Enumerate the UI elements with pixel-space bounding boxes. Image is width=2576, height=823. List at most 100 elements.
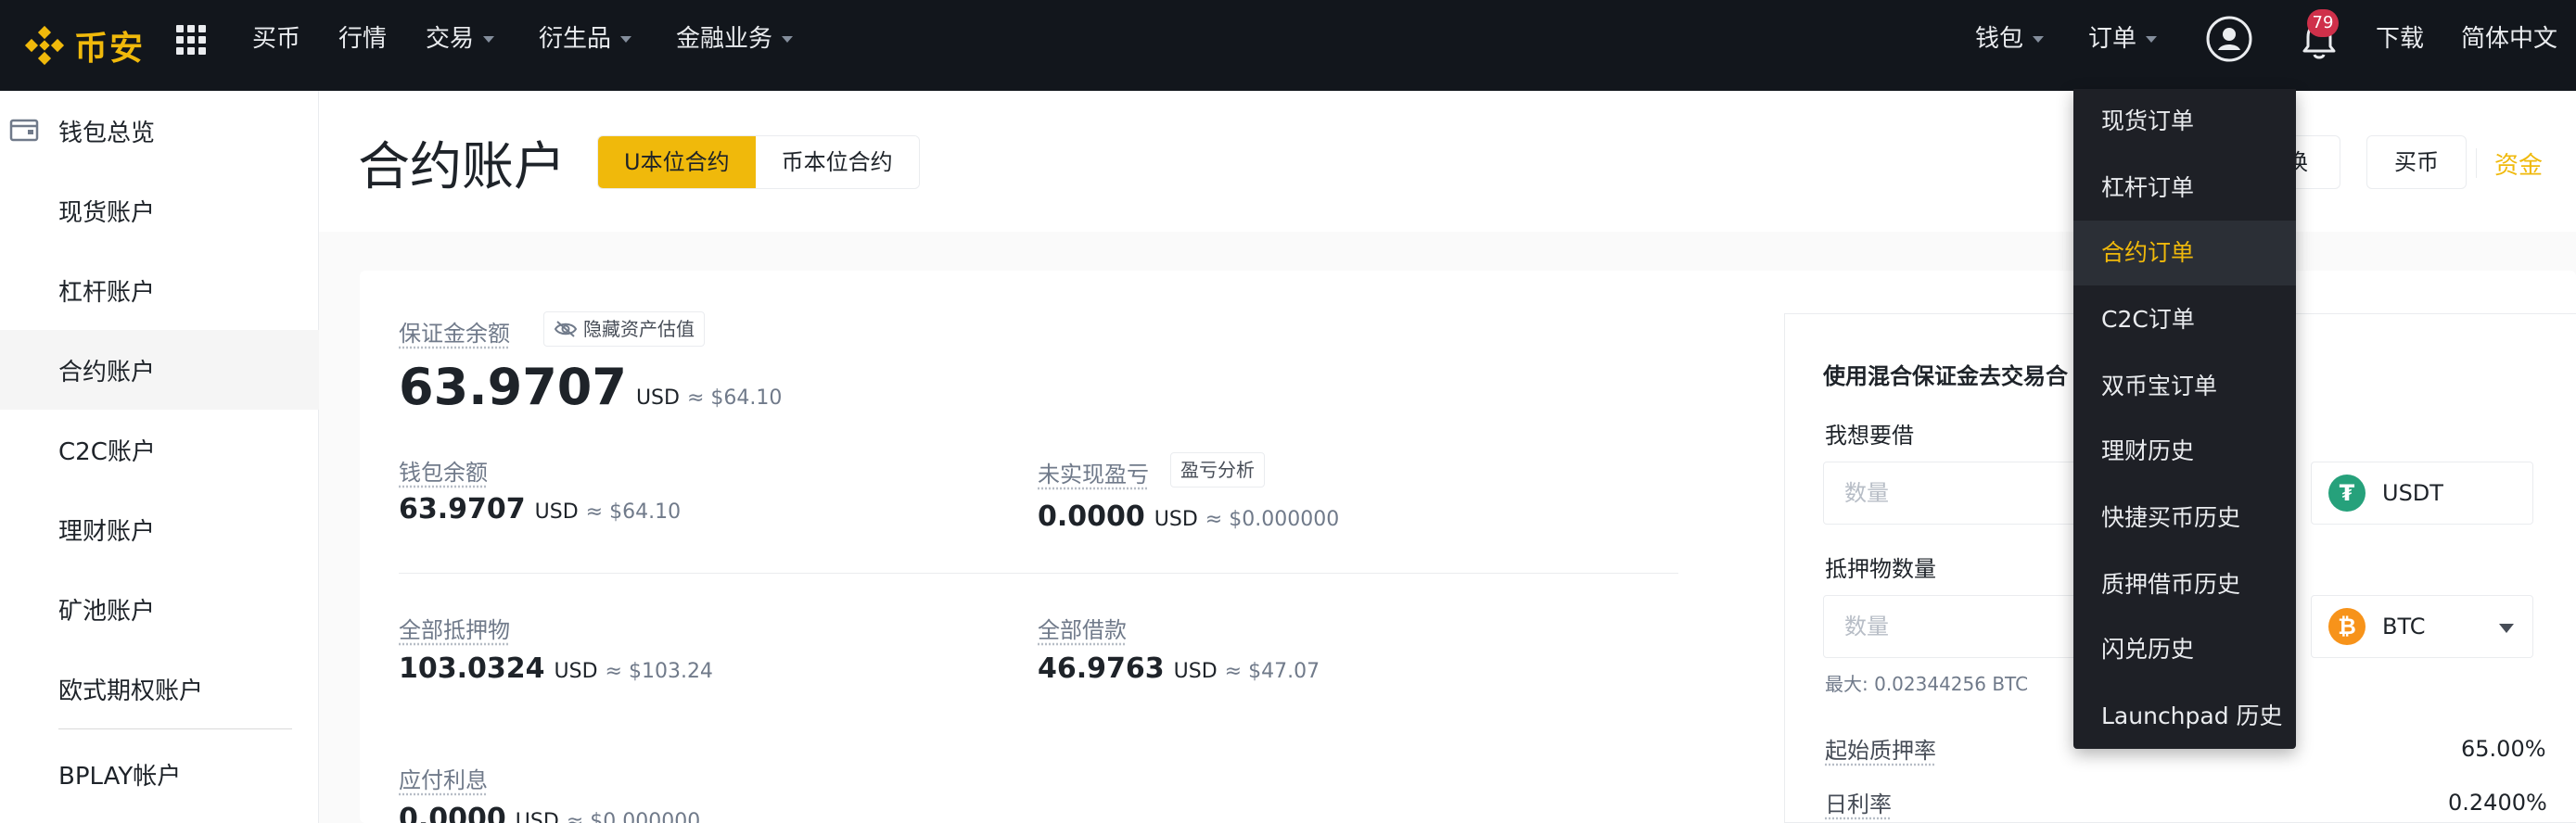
menu-item-crypto-loans-history[interactable]: 质押借币历史 <box>2073 552 2296 617</box>
binance-logo-icon <box>24 25 65 66</box>
nav-finance[interactable]: 金融业务 <box>676 22 793 56</box>
sidebar-item-label: C2C账户 <box>58 433 156 467</box>
chevron-down-icon <box>2146 36 2157 43</box>
pnl-analysis-button[interactable]: 盈亏分析 <box>1170 452 1265 487</box>
wallet-balance-row: 63.9707 USD ≈ $64.10 <box>399 493 681 525</box>
borrow-amount-input[interactable]: 数量 <box>1823 462 2101 525</box>
total-collateral-approx: ≈ $103.24 <box>606 660 713 683</box>
menu-item-dual-investment-orders[interactable]: 双币宝订单 <box>2073 354 2296 419</box>
margin-balance-unit: USD <box>636 386 680 410</box>
menu-item-futures-orders[interactable]: 合约订单 <box>2073 221 2296 285</box>
borrow-amount-label: 我想要借 <box>1825 417 1914 449</box>
hide-valuation-toggle[interactable]: 隐藏资产估值 <box>543 311 705 347</box>
max-collateral-note: 最大: 0.02344256 BTC <box>1825 669 2028 696</box>
total-collateral-unit: USD <box>555 660 598 683</box>
tab-usdm[interactable]: U本位合约 <box>598 136 756 188</box>
sidebar-item-earn[interactable]: 理财账户 <box>0 489 319 569</box>
margin-balance-approx: ≈ $64.10 <box>687 386 782 410</box>
sidebar-item-label: 杠杆账户 <box>58 273 155 308</box>
margin-balance-row: 63.9707 USD ≈ $64.10 <box>399 358 782 416</box>
unrealized-pnl-approx: ≈ $0.000000 <box>1205 508 1339 531</box>
apps-grid-icon[interactable] <box>176 25 206 55</box>
interest-payable-unit: USD <box>516 810 559 823</box>
menu-item-quick-buy-history[interactable]: 快捷买币历史 <box>2073 486 2296 551</box>
sidebar-item-overview[interactable]: 钱包总览 <box>0 91 319 171</box>
wallet-balance-approx: ≈ $64.10 <box>586 500 681 524</box>
unrealized-pnl-value: 0.0000 <box>1038 500 1145 533</box>
menu-item-convert-history[interactable]: 闪兑历史 <box>2073 617 2296 682</box>
nav-download[interactable]: 下载 <box>2376 22 2424 56</box>
initial-ltv-value: 65.00% <box>2461 736 2546 762</box>
usdt-icon: ₮ <box>2328 475 2366 512</box>
sidebar-item-pool[interactable]: 矿池账户 <box>0 569 319 649</box>
sidebar-item-label: 现货账户 <box>58 194 155 228</box>
total-borrowed-value: 46.9763 <box>1038 652 1165 685</box>
daily-rate-value: 0.2400% <box>2448 790 2547 816</box>
nav-wallet[interactable]: 钱包 <box>1975 22 2044 56</box>
unrealized-pnl-row: 0.0000 USD ≈ $0.000000 <box>1038 500 1339 533</box>
menu-item-earn-history[interactable]: 理财历史 <box>2073 419 2296 484</box>
nav-markets[interactable]: 行情 <box>338 22 387 56</box>
tab-coinm[interactable]: 币本位合约 <box>756 136 919 188</box>
collateral-coin-select[interactable]: ₿ BTC <box>2311 595 2533 658</box>
nav-trade[interactable]: 交易 <box>426 22 494 56</box>
transfer-link[interactable]: 资金 <box>2494 146 2543 181</box>
interest-payable-approx: ≈ $0.000000 <box>567 810 700 823</box>
margin-balance-label: 保证金余额 <box>399 315 510 348</box>
orders-dropdown-menu: 现货订单 杠杆订单 合约订单 C2C订单 双币宝订单 理财历史 快捷买币历史 质… <box>2073 89 2296 749</box>
sidebar-divider <box>58 728 292 729</box>
interest-payable-value: 0.0000 <box>399 803 506 823</box>
wallet-icon <box>9 117 39 143</box>
borrow-coin-label: USDT <box>2382 480 2443 506</box>
chevron-down-icon <box>782 36 793 43</box>
notification-badge: 79 <box>2307 9 2339 37</box>
user-icon[interactable] <box>2205 15 2253 63</box>
chevron-down-icon <box>2033 36 2044 43</box>
total-collateral-label: 全部抵押物 <box>399 612 510 644</box>
btc-icon: ₿ <box>2328 608 2366 645</box>
total-borrowed-unit: USD <box>1174 660 1218 683</box>
menu-item-launchpad-history[interactable]: Launchpad 历史 <box>2073 684 2296 749</box>
buy-crypto-button[interactable]: 买币 <box>2366 135 2467 189</box>
chevron-down-icon[interactable] <box>2499 624 2514 633</box>
menu-item-margin-orders[interactable]: 杠杆订单 <box>2073 156 2296 221</box>
nav-language[interactable]: 简体中文 <box>2461 22 2557 56</box>
sidebar-item-label: BPLAY帐户 <box>58 757 181 791</box>
sidebar-item-options[interactable]: 欧式期权账户 <box>0 649 319 728</box>
logo-text: 币安 <box>74 21 145 70</box>
sidebar-item-label: 理财账户 <box>58 513 155 547</box>
logo[interactable]: 币安 <box>24 17 145 74</box>
sidebar-item-c2c[interactable]: C2C账户 <box>0 410 319 489</box>
chevron-down-icon <box>483 36 494 43</box>
sidebar-item-label: 合约账户 <box>58 353 155 387</box>
sidebar: 钱包总览 现货账户 杠杆账户 合约账户 C2C账户 理财账户 矿池账户 欧式期权… <box>0 91 319 823</box>
menu-item-c2c-orders[interactable]: C2C订单 <box>2073 287 2296 352</box>
sidebar-item-futures[interactable]: 合约账户 <box>0 330 319 410</box>
nav-derivatives[interactable]: 衍生品 <box>539 22 631 56</box>
menu-item-spot-orders[interactable]: 现货订单 <box>2073 89 2296 154</box>
sidebar-item-label: 矿池账户 <box>58 592 155 627</box>
interest-payable-row: 0.0000 USD ≈ $0.000000 <box>399 803 700 823</box>
sidebar-item-spot[interactable]: 现货账户 <box>0 171 319 250</box>
collateral-amount-input[interactable]: 数量 <box>1823 595 2101 658</box>
daily-rate-label: 日利率 <box>1825 786 1892 818</box>
page-title: 合约账户 <box>358 125 566 200</box>
sidebar-item-bplay[interactable]: BPLAY帐户 <box>0 734 319 814</box>
total-collateral-value: 103.0324 <box>399 652 545 685</box>
borrow-coin-select[interactable]: ₮ USDT <box>2311 462 2533 525</box>
collateral-coin-label: BTC <box>2382 614 2425 639</box>
sidebar-item-margin[interactable]: 杠杆账户 <box>0 250 319 330</box>
borrow-panel-title: 使用混合保证金去交易合 <box>1823 358 2068 390</box>
nav-orders[interactable]: 订单 <box>2088 22 2157 56</box>
total-borrowed-label: 全部借款 <box>1038 612 1127 644</box>
total-collateral-row: 103.0324 USD ≈ $103.24 <box>399 652 713 685</box>
wallet-balance-unit: USD <box>535 500 579 524</box>
wallet-balance-label: 钱包余额 <box>399 454 488 487</box>
contract-type-tabs: U本位合约 币本位合约 <box>597 135 920 189</box>
eye-off-icon <box>554 320 578 338</box>
sidebar-item-label: 钱包总览 <box>58 114 155 148</box>
nav-buy-crypto[interactable]: 买币 <box>252 22 300 56</box>
top-navbar: 币安 买币 行情 交易 衍生品 金融业务 钱包 订单 79 下载 简体中文 <box>0 0 2576 91</box>
wallet-balance-value: 63.9707 <box>399 493 526 525</box>
interest-payable-label: 应付利息 <box>399 762 488 794</box>
